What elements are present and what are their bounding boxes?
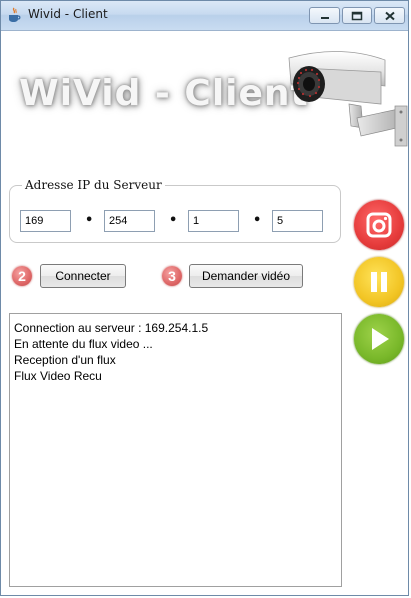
server-ip-group: Adresse IP du Serveur 169 • 254 • 1 • 5 [9, 178, 341, 243]
security-camera-illustration [288, 51, 408, 147]
log-lines: Connection au serveur : 169.254.1.5 En a… [10, 314, 341, 384]
snapshot-button[interactable] [354, 200, 404, 250]
camera-icon [366, 212, 392, 238]
log-line: En attente du flux video ... [14, 337, 153, 351]
step-2-badge: 2 [12, 266, 32, 286]
pause-icon [371, 272, 387, 292]
window-title: Wivid - Client [28, 7, 108, 21]
pause-button[interactable] [354, 257, 404, 307]
ip-octet-2-field[interactable]: 254 [104, 210, 155, 232]
log-line: Reception d'un flux [14, 353, 116, 367]
ip-separator: • [85, 213, 94, 228]
close-icon [384, 11, 395, 20]
close-button[interactable] [374, 7, 405, 24]
log-textarea[interactable]: Connection au serveur : 169.254.1.5 En a… [9, 313, 342, 587]
ip-octet-3-field[interactable]: 1 [188, 210, 239, 232]
ip-octet-4-field[interactable]: 5 [272, 210, 323, 232]
server-ip-legend: Adresse IP du Serveur [22, 178, 165, 192]
step-3-badge: 3 [162, 266, 182, 286]
restore-icon [351, 11, 363, 20]
ip-separator: • [169, 213, 178, 228]
java-app-icon [9, 7, 21, 22]
connect-button[interactable]: Connecter [40, 264, 126, 288]
maximize-button[interactable] [342, 7, 372, 24]
log-line: Connection au serveur : 169.254.1.5 [14, 321, 209, 335]
title-bar: Wivid - Client [1, 1, 408, 31]
request-video-button[interactable]: Demander vidéo [189, 264, 303, 288]
minimize-button[interactable] [309, 7, 340, 24]
minimize-icon [320, 16, 329, 19]
app-window: Wivid - Client WiVid - Client Adresse IP… [0, 0, 409, 596]
log-line: Flux Video Recu [14, 369, 102, 383]
play-icon [372, 328, 389, 350]
app-logo-text: WiVid - Client [19, 73, 309, 114]
ip-octet-1-field[interactable]: 169 [20, 210, 71, 232]
ip-separator: • [253, 213, 262, 228]
play-button[interactable] [354, 314, 404, 364]
